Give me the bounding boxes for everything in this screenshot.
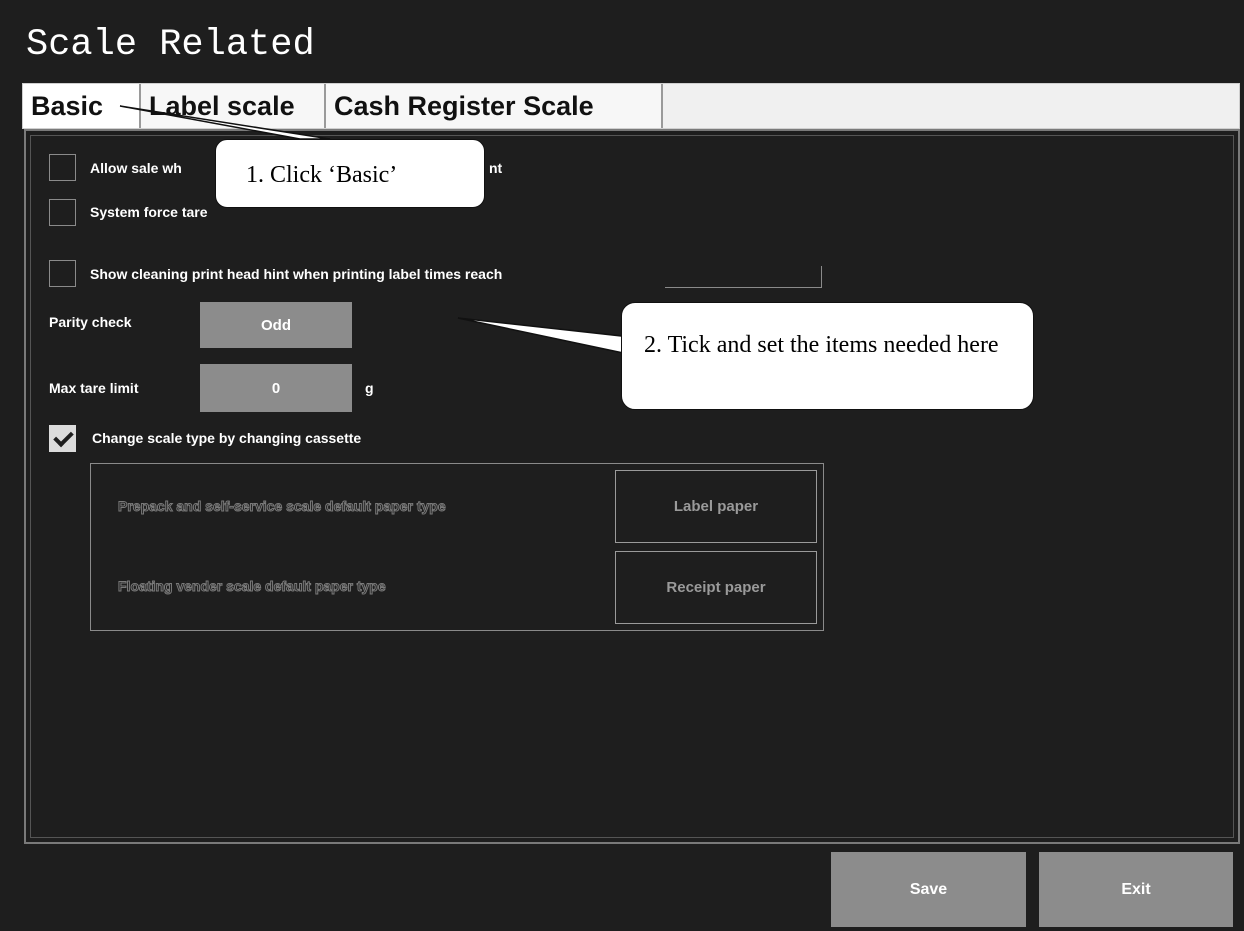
- callout-pointers: [119, 105, 642, 355]
- callout-step-2: 2. Tick and set the items needed here: [621, 302, 1034, 410]
- callout-step-1: 1. Click ‘Basic’: [215, 139, 485, 208]
